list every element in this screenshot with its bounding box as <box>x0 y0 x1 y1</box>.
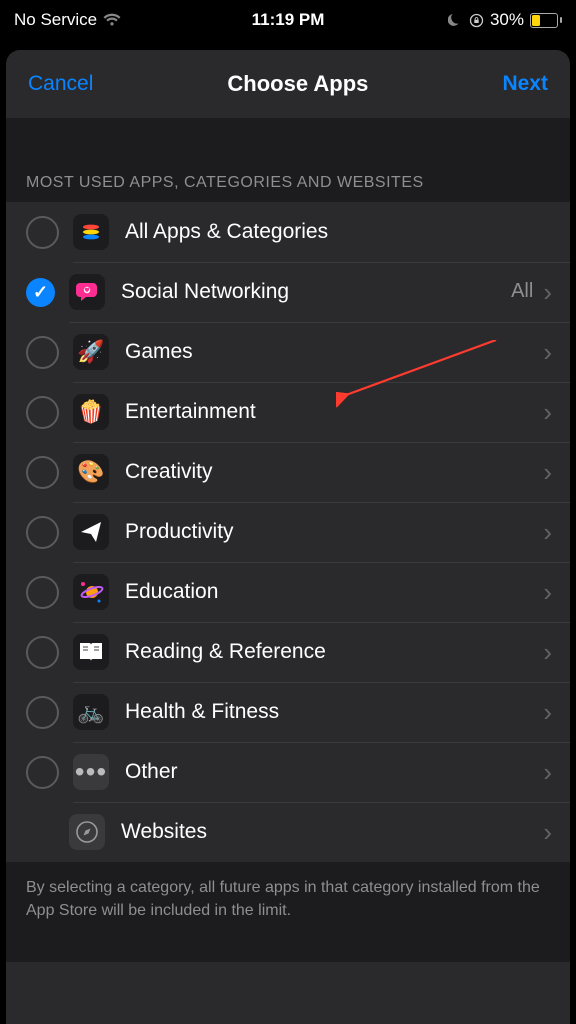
row-label: Health & Fitness <box>125 700 543 724</box>
chevron-right-icon: › <box>543 579 552 605</box>
radio-unchecked[interactable] <box>26 576 59 609</box>
chevron-right-icon: › <box>543 819 552 845</box>
battery-icon <box>530 13 562 28</box>
ellipsis-icon: ••• <box>73 754 109 790</box>
row-entertainment[interactable]: 🍿 Entertainment › <box>6 382 570 442</box>
row-label: Productivity <box>125 520 543 544</box>
chevron-right-icon: › <box>543 399 552 425</box>
nav-bar: Cancel Choose Apps Next <box>6 50 570 118</box>
row-creativity[interactable]: 🎨 Creativity › <box>6 442 570 502</box>
row-label: Creativity <box>125 460 543 484</box>
radio-unchecked[interactable] <box>26 516 59 549</box>
row-label: Reading & Reference <box>125 640 543 664</box>
row-label: Games <box>125 340 543 364</box>
row-reading[interactable]: Reading & Reference › <box>6 622 570 682</box>
radio-unchecked[interactable] <box>26 396 59 429</box>
row-health[interactable]: 🚲 Health & Fitness › <box>6 682 570 742</box>
bicycle-icon: 🚲 <box>73 694 109 730</box>
rocket-icon: 🚀 <box>73 334 109 370</box>
stack-icon <box>73 214 109 250</box>
chat-heart-icon <box>69 274 105 310</box>
chevron-right-icon: › <box>543 279 552 305</box>
row-other[interactable]: ••• Other › <box>6 742 570 802</box>
page-title: Choose Apps <box>227 71 368 97</box>
popcorn-icon: 🍿 <box>73 394 109 430</box>
chevron-right-icon: › <box>543 699 552 725</box>
row-label: Social Networking <box>121 280 511 304</box>
status-bar: No Service 11:19 PM 30% <box>0 0 576 40</box>
row-social-networking[interactable]: Social Networking All › <box>6 262 570 322</box>
row-education[interactable]: Education › <box>6 562 570 622</box>
radio-unchecked[interactable] <box>26 696 59 729</box>
compass-icon <box>69 814 105 850</box>
row-label: All Apps & Categories <box>125 220 552 244</box>
section-header: MOST USED APPS, CATEGORIES AND WEBSITES <box>6 158 570 202</box>
next-button[interactable]: Next <box>502 72 548 96</box>
modal-sheet: Cancel Choose Apps Next MOST USED APPS, … <box>6 50 570 1024</box>
cancel-button[interactable]: Cancel <box>28 72 93 96</box>
row-label: Other <box>125 760 543 784</box>
row-all-apps[interactable]: All Apps & Categories <box>6 202 570 262</box>
book-icon <box>73 634 109 670</box>
row-label: Education <box>125 580 543 604</box>
row-label: Entertainment <box>125 400 543 424</box>
planet-icon <box>73 574 109 610</box>
chevron-right-icon: › <box>543 519 552 545</box>
chevron-right-icon: › <box>543 339 552 365</box>
radio-spacer <box>26 818 55 847</box>
radio-unchecked[interactable] <box>26 456 59 489</box>
radio-unchecked[interactable] <box>26 756 59 789</box>
paper-plane-icon <box>73 514 109 550</box>
row-websites[interactable]: Websites › <box>6 802 570 862</box>
chevron-right-icon: › <box>543 459 552 485</box>
radio-unchecked[interactable] <box>26 636 59 669</box>
row-games[interactable]: 🚀 Games › <box>6 322 570 382</box>
row-detail: All <box>511 280 533 303</box>
category-list: All Apps & Categories Social Networking … <box>6 202 570 862</box>
radio-unchecked[interactable] <box>26 336 59 369</box>
chevron-right-icon: › <box>543 639 552 665</box>
chevron-right-icon: › <box>543 759 552 785</box>
status-time: 11:19 PM <box>0 10 576 30</box>
row-label: Websites <box>121 820 543 844</box>
palette-icon: 🎨 <box>73 454 109 490</box>
row-productivity[interactable]: Productivity › <box>6 502 570 562</box>
radio-checked[interactable] <box>26 278 55 307</box>
radio-unchecked[interactable] <box>26 216 59 249</box>
footer-note: By selecting a category, all future apps… <box>6 862 570 962</box>
